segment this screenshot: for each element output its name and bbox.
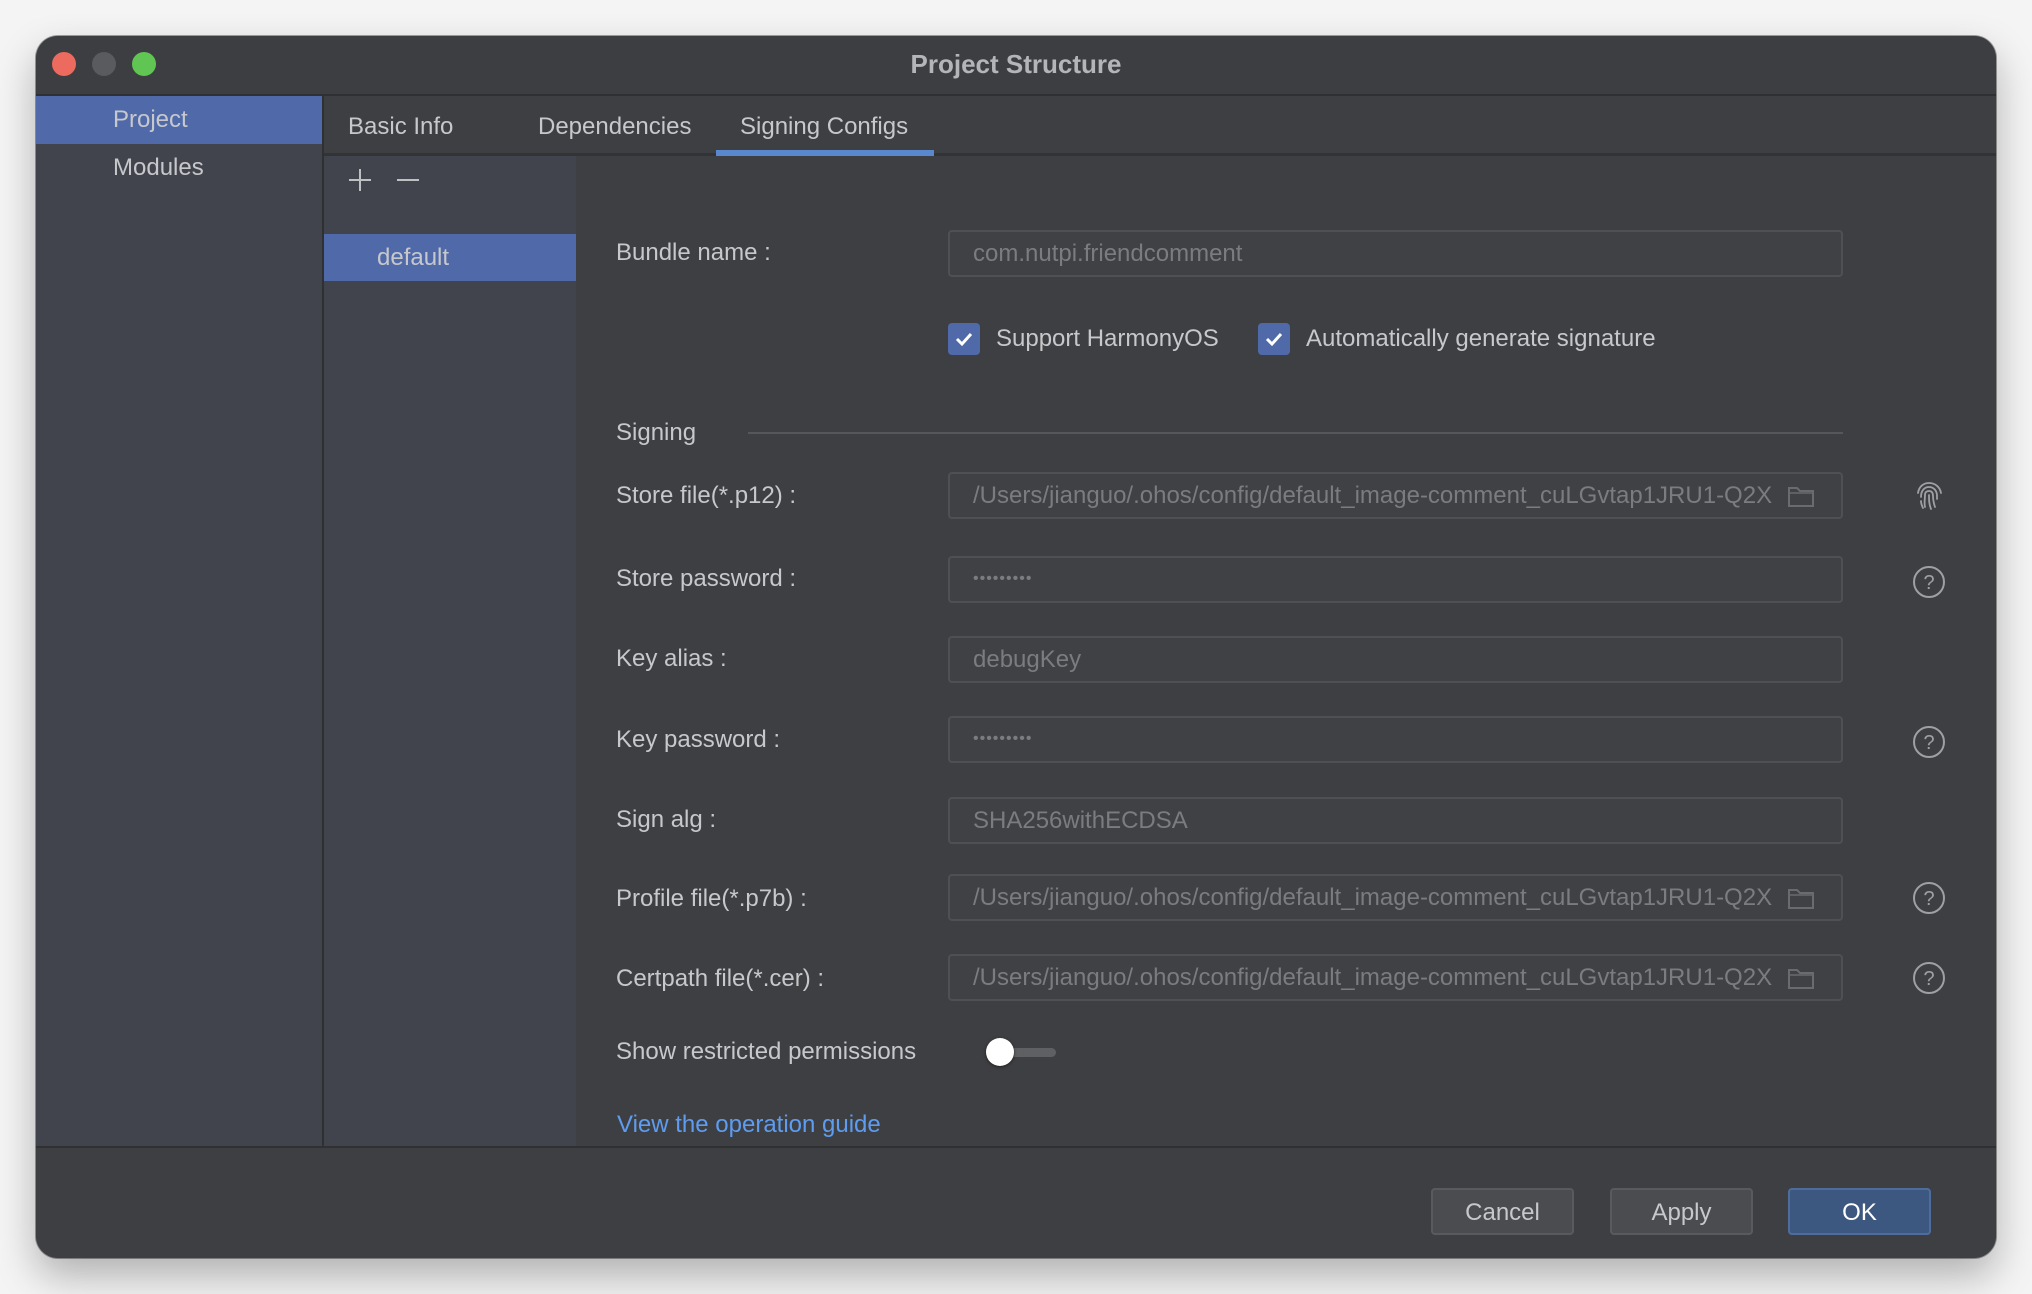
tab-signing-configs[interactable]: Signing Configs — [740, 96, 908, 153]
help-icon[interactable]: ? — [1912, 881, 1946, 915]
support-harmonyos-checkbox[interactable] — [948, 323, 980, 355]
svg-text:?: ? — [1923, 572, 1934, 594]
bundle-name-label: Bundle name : — [616, 239, 771, 266]
restricted-permissions-label: Show restricted permissions — [616, 1038, 917, 1065]
config-list-item-default[interactable]: default — [324, 234, 576, 281]
auto-generate-signature-label: Automatically generate signature — [1306, 325, 1656, 352]
folder-icon[interactable] — [1787, 484, 1815, 508]
help-icon[interactable]: ? — [1912, 725, 1946, 759]
key-alias-field[interactable]: debugKey — [948, 636, 1843, 683]
help-icon[interactable]: ? — [1912, 565, 1946, 599]
folder-icon[interactable] — [1787, 886, 1815, 910]
support-harmonyos-label: Support HarmonyOS — [996, 325, 1219, 352]
plus-icon — [349, 169, 371, 191]
certpath-file-path: /Users/jianguo/.ohos/config/default_imag… — [973, 964, 1773, 991]
svg-text:?: ? — [1923, 732, 1934, 754]
certpath-file-field[interactable]: /Users/jianguo/.ohos/config/default_imag… — [948, 954, 1843, 1001]
dialog-footer: Cancel Apply OK — [36, 1146, 1996, 1258]
key-password-label: Key password : — [616, 726, 781, 753]
auto-generate-signature-checkbox-row[interactable]: Automatically generate signature — [1258, 323, 1656, 355]
store-file-path: /Users/jianguo/.ohos/config/default_imag… — [973, 482, 1773, 509]
cancel-button[interactable]: Cancel — [1431, 1188, 1574, 1235]
sign-alg-label: Sign alg : — [616, 806, 717, 833]
add-config-button[interactable] — [346, 166, 374, 194]
sidebar-item-modules[interactable]: Modules — [36, 144, 322, 192]
svg-text:?: ? — [1923, 968, 1934, 990]
tab-dependencies[interactable]: Dependencies — [538, 96, 691, 153]
store-file-field[interactable]: /Users/jianguo/.ohos/config/default_imag… — [948, 472, 1843, 519]
section-divider — [748, 432, 1843, 434]
sign-alg-field[interactable]: SHA256withECDSA — [948, 797, 1843, 844]
sidebar-item-project[interactable]: Project — [36, 96, 322, 144]
bundle-name-field[interactable]: com.nutpi.friendcomment — [948, 230, 1843, 277]
profile-file-path: /Users/jianguo/.ohos/config/default_imag… — [973, 884, 1773, 911]
store-password-field[interactable]: ••••••••• — [948, 556, 1843, 603]
ok-button[interactable]: OK — [1788, 1188, 1931, 1235]
profile-file-field[interactable]: /Users/jianguo/.ohos/config/default_imag… — [948, 874, 1843, 921]
key-password-field[interactable]: ••••••••• — [948, 716, 1843, 763]
tab-basic-info[interactable]: Basic Info — [348, 96, 453, 153]
sidebar: Project Modules — [36, 96, 324, 1146]
checkmark-icon — [1265, 332, 1283, 347]
store-file-label: Store file(*.p12) : — [616, 482, 797, 509]
operation-guide-link[interactable]: View the operation guide — [617, 1111, 881, 1139]
store-password-label: Store password : — [616, 565, 797, 592]
apply-button[interactable]: Apply — [1610, 1188, 1753, 1235]
fingerprint-icon[interactable] — [1912, 479, 1946, 513]
certpath-file-label: Certpath file(*.cer) : — [616, 965, 825, 992]
toggle-knob[interactable] — [986, 1038, 1014, 1066]
auto-generate-signature-checkbox[interactable] — [1258, 323, 1290, 355]
signing-config-form: Bundle name : com.nutpi.friendcomment Su… — [576, 156, 1996, 1146]
minus-icon — [397, 179, 419, 181]
signing-section-title: Signing — [616, 419, 697, 446]
help-icon[interactable]: ? — [1912, 961, 1946, 995]
window-title: Project Structure — [910, 49, 1122, 79]
profile-file-label: Profile file(*.p7b) : — [616, 885, 807, 912]
restricted-permissions-toggle[interactable] — [986, 1037, 1056, 1067]
tab-bar: Basic Info Dependencies Signing Configs — [324, 96, 1996, 156]
folder-icon[interactable] — [1787, 966, 1815, 990]
key-alias-label: Key alias : — [616, 645, 727, 672]
project-structure-dialog: Project Structure Project Modules Basic … — [36, 36, 1996, 1258]
support-harmonyos-checkbox-row[interactable]: Support HarmonyOS — [948, 323, 1219, 355]
remove-config-button[interactable] — [394, 166, 422, 194]
svg-text:?: ? — [1923, 888, 1934, 910]
signing-config-list: default — [324, 156, 576, 1146]
checkmark-icon — [955, 332, 973, 347]
title-bar: Project Structure — [36, 36, 1996, 96]
